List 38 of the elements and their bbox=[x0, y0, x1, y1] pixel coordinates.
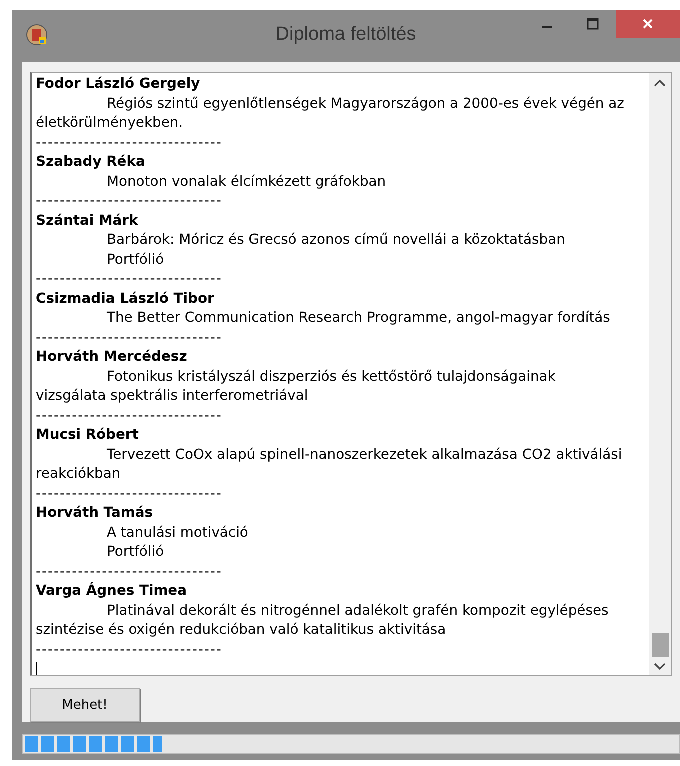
thesis-title: Régiós szintű egyenlőtlenségek Magyarországon a 2000-es évek végén az életkörülményekben. bbox=[36, 94, 626, 133]
dash-separator: ------------------------------- bbox=[36, 270, 224, 289]
thesis-title: Fotonikus kristályszál diszperziós és kettőstörő tulajdonságainak vizsgálata spektrális interferometriával bbox=[36, 368, 557, 406]
text-area[interactable] bbox=[30, 72, 672, 676]
student-name: Fodor László Gergely bbox=[36, 75, 202, 94]
thesis-title: Portfólió bbox=[106, 250, 166, 270]
window-title: Diploma feltöltés bbox=[274, 24, 418, 46]
dash-separator: ------------------------------- bbox=[36, 328, 224, 348]
student-name: Mucsi Róbert bbox=[36, 426, 140, 445]
text-cursor bbox=[36, 662, 37, 675]
dash-separator: ------------------------------- bbox=[36, 640, 224, 660]
thesis-title: A tanulási motiváció bbox=[106, 524, 250, 542]
close-icon bbox=[642, 18, 654, 30]
go-button[interactable]: Mehet! bbox=[30, 688, 140, 722]
dash-separator: ------------------------------- bbox=[36, 406, 224, 426]
scrollbar-thumb[interactable] bbox=[652, 633, 668, 657]
scrollbar[interactable] bbox=[649, 73, 671, 675]
student-name: Varga Ágnes Timea bbox=[36, 582, 188, 601]
thesis-title: Platinával dekorált és nitrogénnel adalékolt grafén kompozit egylépéses szintézise és oxigén redukcióban való katalitikus aktivitása bbox=[36, 602, 610, 640]
student-name: Csizmadia László Tibor bbox=[36, 290, 216, 308]
dash-separator: ------------------------------- bbox=[36, 484, 224, 504]
thesis-title: Portfólió bbox=[106, 543, 166, 562]
app-icon bbox=[26, 24, 48, 46]
student-name: Szántai Márk bbox=[36, 212, 140, 230]
maximize-icon[interactable] bbox=[587, 18, 599, 30]
student-name: Horváth Tamás bbox=[36, 504, 154, 523]
close-button[interactable] bbox=[616, 10, 680, 38]
dash-separator: ------------------------------- bbox=[36, 562, 224, 582]
thesis-title: Tervezett CoOx alapú spinell-nanoszerkezetek alkalmazása CO2 aktiválási reakciókban bbox=[36, 446, 624, 484]
student-name: Szabady Réka bbox=[36, 153, 146, 172]
dash-separator: ------------------------------- bbox=[36, 192, 224, 211]
scroll-up-icon[interactable] bbox=[654, 79, 666, 87]
scroll-down-icon[interactable] bbox=[654, 663, 666, 671]
student-name: Horváth Mercédesz bbox=[36, 348, 188, 367]
thesis-title: Barbárok: Móricz és Grecsó azonos című novellái a közoktatásban bbox=[106, 231, 566, 250]
thesis-title: Monoton vonalak élcímkézett gráfokban bbox=[106, 172, 388, 192]
thesis-title: The Better Communication Research Programme, angol-magyar fordítás bbox=[106, 309, 612, 328]
dash-separator: ------------------------------- bbox=[36, 134, 224, 152]
